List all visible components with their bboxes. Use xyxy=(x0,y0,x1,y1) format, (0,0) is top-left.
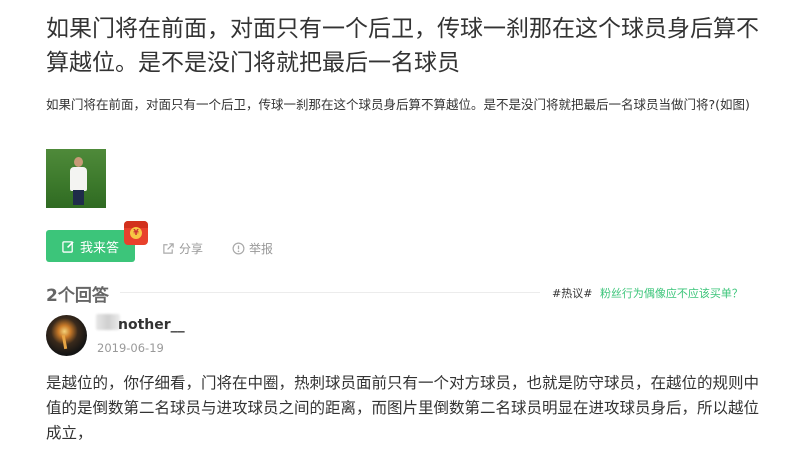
username-blurred-prefix xyxy=(96,314,120,330)
hot-topic: #热议# 粉丝行为偶像应不应该买单？ xyxy=(552,285,743,301)
share-link[interactable]: 分享 xyxy=(162,240,203,257)
player-head xyxy=(74,157,83,167)
answer-button[interactable]: 我来答 xyxy=(46,230,135,262)
answer-username[interactable]: nother__ xyxy=(118,317,185,333)
answers-count: 2个回答 xyxy=(46,286,109,306)
edit-icon xyxy=(62,240,74,253)
answer-text: 是越位的，你仔细看，门将在中圈，热刺球员面前只有一个对方球员，也就是防守球员，在… xyxy=(46,374,760,442)
player-legs xyxy=(73,190,84,205)
player-body xyxy=(70,167,87,191)
report-label: 举报 xyxy=(249,242,274,256)
share-label: 分享 xyxy=(179,242,204,256)
hot-topic-tag: #热议# xyxy=(552,287,593,300)
question-title: 如果门将在前面，对面只有一个后卫，传球一刹那在这个球员身后算不算越位。是不是没门… xyxy=(46,16,759,76)
answer-button-label: 我来答 xyxy=(79,240,119,256)
hot-topic-link[interactable]: 粉丝行为偶像应不应该买单？ xyxy=(600,287,743,300)
avatar[interactable] xyxy=(46,315,87,356)
section-divider xyxy=(120,292,540,293)
question-description: 如果门将在前面，对面只有一个后卫，传球一刹那在这个球员身后算不算越位。是不是没门… xyxy=(46,97,750,112)
share-icon xyxy=(163,243,174,254)
red-packet-icon[interactable]: ¥ xyxy=(124,221,148,245)
red-packet-coin: ¥ xyxy=(130,227,142,239)
question-image[interactable] xyxy=(46,149,106,208)
answer-date: 2019-06-19 xyxy=(97,341,164,355)
avatar-spark xyxy=(61,334,68,350)
report-link[interactable]: 举报 xyxy=(232,240,273,257)
report-icon xyxy=(232,242,245,255)
